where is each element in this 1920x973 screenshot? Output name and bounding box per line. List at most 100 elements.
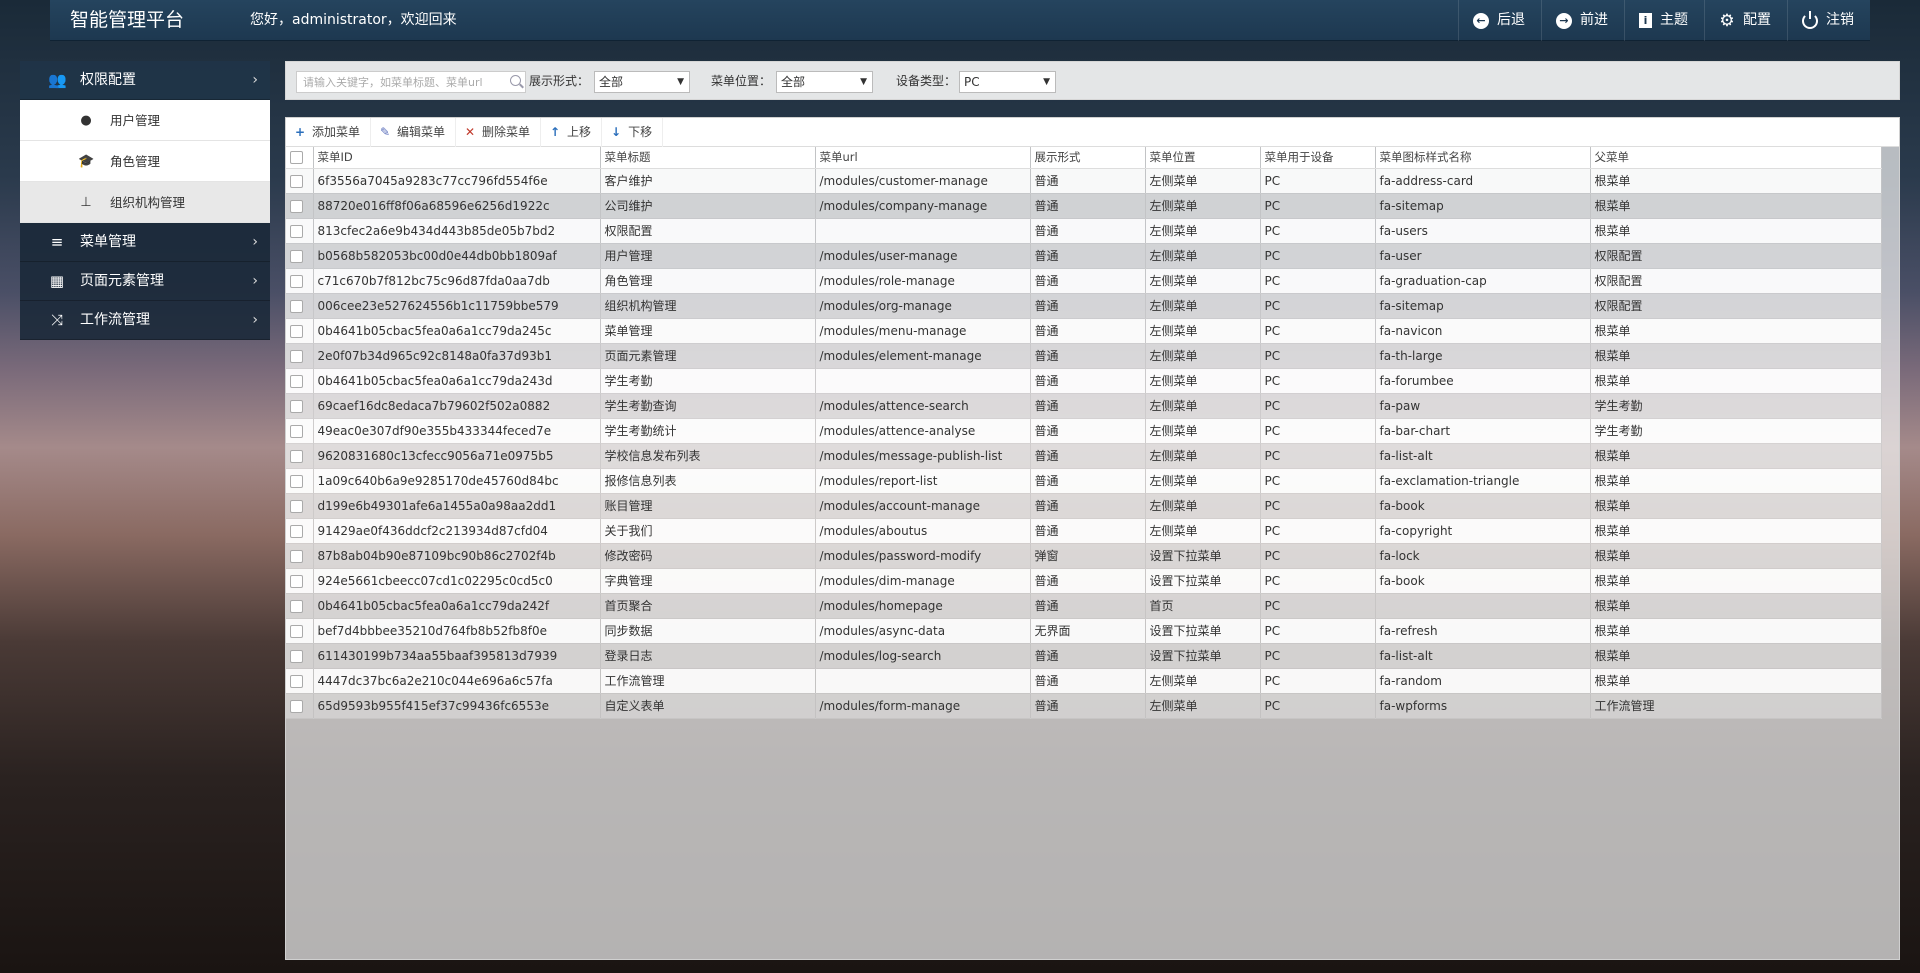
row-checkbox[interactable] <box>290 349 303 363</box>
table-row[interactable]: 91429ae0f436ddcf2c213934d87cfd04 关于我们/mod… <box>286 518 1882 544</box>
sidebar-group-menu-manage[interactable]: ≡ 菜单管理 › <box>20 223 270 262</box>
forward-button[interactable]: 前进 <box>1541 0 1624 41</box>
edit-menu-button[interactable]: ✎ 编辑菜单 <box>371 117 457 147</box>
row-select-cell[interactable] <box>286 618 314 644</box>
row-checkbox[interactable] <box>290 324 303 338</box>
column-header[interactable]: 菜单ID <box>313 147 601 169</box>
row-select-cell[interactable] <box>286 318 314 344</box>
row-select-cell[interactable] <box>286 343 314 369</box>
table-row[interactable]: 6f3556a7045a9283c77cc796fd554f6e 客户维护/mod… <box>286 168 1882 194</box>
row-checkbox[interactable] <box>290 224 303 238</box>
row-select-cell[interactable] <box>286 193 314 219</box>
table-cell: bef7d4bbbee35210d764fb8b52fb8f0e <box>313 618 601 644</box>
grid-toolbar: + 添加菜单 ✎ 编辑菜单 ✕ 删除菜单 ↑ 上移 ↓ 下移 <box>286 117 1899 147</box>
table-row[interactable]: 65d9593b955f415ef37c99436fc6553e 自定义表单/mo… <box>286 693 1882 719</box>
row-checkbox[interactable] <box>290 599 303 613</box>
row-select-cell[interactable] <box>286 543 314 569</box>
back-button[interactable]: 后退 <box>1458 0 1541 41</box>
row-select-cell[interactable] <box>286 268 314 294</box>
row-checkbox[interactable] <box>290 699 303 713</box>
row-checkbox[interactable] <box>290 374 303 388</box>
config-button[interactable]: ⚙ 配置 <box>1704 0 1787 41</box>
table-row[interactable]: 69caef16dc8edaca7b79602f502a0882 学生考勤查询/m… <box>286 393 1882 419</box>
move-up-button[interactable]: ↑ 上移 <box>541 117 603 147</box>
row-select-cell[interactable] <box>286 443 314 469</box>
table-row[interactable]: 0b4641b05cbac5fea0a6a1cc79da242f 首页聚合/mod… <box>286 593 1882 619</box>
table-row[interactable]: 49eac0e307df90e355b433344feced7e 学生考勤统计/m… <box>286 418 1882 444</box>
row-checkbox[interactable] <box>290 524 303 538</box>
sidebar-item-role-manage[interactable]: 🎓 角色管理 <box>20 141 270 182</box>
add-menu-button[interactable]: + 添加菜单 <box>286 117 372 147</box>
row-checkbox[interactable] <box>290 474 303 488</box>
row-select-cell[interactable] <box>286 693 314 719</box>
column-header[interactable]: 展示形式 <box>1030 147 1146 169</box>
table-row[interactable]: 813cfec2a6e9b434d443b85de05b7bd2 权限配置 普通 左侧… <box>286 218 1882 244</box>
search-icon[interactable] <box>510 75 521 86</box>
row-checkbox[interactable] <box>290 449 303 463</box>
column-header[interactable]: 菜单图标样式名称 <box>1375 147 1591 169</box>
row-checkbox[interactable] <box>290 624 303 638</box>
row-select-cell[interactable] <box>286 168 314 194</box>
select-all-checkbox[interactable] <box>290 151 303 165</box>
column-header[interactable]: 菜单位置 <box>1145 147 1261 169</box>
row-select-cell[interactable] <box>286 568 314 594</box>
table-row[interactable]: c71c670b7f812bc75c96d87fda0aa7db 角色管理/mod… <box>286 268 1882 294</box>
column-header[interactable]: 菜单url <box>815 147 1031 169</box>
table-row[interactable]: bef7d4bbbee35210d764fb8b52fb8f0e 同步数据/mod… <box>286 618 1882 644</box>
table-row[interactable]: 0b4641b05cbac5fea0a6a1cc79da245c 菜单管理/mod… <box>286 318 1882 344</box>
row-checkbox[interactable] <box>290 199 303 213</box>
row-select-cell[interactable] <box>286 368 314 394</box>
row-checkbox[interactable] <box>290 674 303 688</box>
move-down-button[interactable]: ↓ 下移 <box>602 117 664 147</box>
logout-button[interactable]: 注销 <box>1787 0 1870 41</box>
column-header[interactable]: 父菜单 <box>1590 147 1882 169</box>
table-row[interactable]: 2e0f07b34d965c92c8148a0fa37d93b1 页面元素管理/m… <box>286 343 1882 369</box>
row-select-cell[interactable] <box>286 243 314 269</box>
sidebar-group-workflow-manage[interactable]: ⤨ 工作流管理 › <box>20 301 270 340</box>
delete-menu-button[interactable]: ✕ 删除菜单 <box>456 117 542 147</box>
row-checkbox[interactable] <box>290 174 303 188</box>
row-checkbox[interactable] <box>290 649 303 663</box>
table-row[interactable]: d199e6b49301afe6a1455a0a98aa2dd1 账目管理/mod… <box>286 493 1882 519</box>
device-select[interactable]: PC ▼ <box>959 71 1056 93</box>
row-select-cell[interactable] <box>286 643 314 669</box>
row-select-cell[interactable] <box>286 593 314 619</box>
row-checkbox[interactable] <box>290 499 303 513</box>
row-select-cell[interactable] <box>286 393 314 419</box>
row-select-cell[interactable] <box>286 293 314 319</box>
row-checkbox[interactable] <box>290 574 303 588</box>
row-select-cell[interactable] <box>286 493 314 519</box>
display-select[interactable]: 全部 ▼ <box>594 71 690 93</box>
column-header[interactable]: 菜单用于设备 <box>1260 147 1376 169</box>
table-row[interactable]: 924e5661cbeecc07cd1c02295c0cd5c0 字典管理/mod… <box>286 568 1882 594</box>
table-row[interactable]: 4447dc37bc6a2e210c044e696a6c57fa 工作流管理 普通左… <box>286 668 1882 694</box>
column-header[interactable]: 菜单标题 <box>600 147 816 169</box>
sidebar-item-user-manage[interactable]: ● 用户管理 <box>20 100 270 141</box>
row-checkbox[interactable] <box>290 274 303 288</box>
table-row[interactable]: 87b8ab04b90e87109bc90b86c2702f4b 修改密码/mod… <box>286 543 1882 569</box>
table-row[interactable]: 1a09c640b6a9e9285170de45760d84bc 报修信息列表/m… <box>286 468 1882 494</box>
row-checkbox[interactable] <box>290 299 303 313</box>
select-all-cell[interactable] <box>286 147 314 169</box>
theme-button[interactable]: 主题 <box>1624 0 1704 41</box>
table-row[interactable]: b0568b582053bc00d0e44db0bb1809af 用户管理/mod… <box>286 243 1882 269</box>
row-select-cell[interactable] <box>286 518 314 544</box>
table-row[interactable]: 006cee23e527624556b1c11759bbe579 组织机构管理/m… <box>286 293 1882 319</box>
position-select[interactable]: 全部 ▼ <box>776 71 873 93</box>
table-row[interactable]: 88720e016ff8f06a68596e6256d1922c 公司维护/mod… <box>286 193 1882 219</box>
table-row[interactable]: 611430199b734aa55baaf395813d7939 登录日志/mod… <box>286 643 1882 669</box>
sidebar-item-org-manage[interactable]: ⊥ 组织机构管理 <box>20 182 270 223</box>
row-select-cell[interactable] <box>286 468 314 494</box>
row-select-cell[interactable] <box>286 668 314 694</box>
search-input[interactable] <box>297 72 497 92</box>
row-select-cell[interactable] <box>286 218 314 244</box>
row-checkbox[interactable] <box>290 399 303 413</box>
row-checkbox[interactable] <box>290 424 303 438</box>
table-row[interactable]: 9620831680c13cfecc9056a71e0975b5 学校信息发布列表… <box>286 443 1882 469</box>
row-checkbox[interactable] <box>290 249 303 263</box>
table-row[interactable]: 0b4641b05cbac5fea0a6a1cc79da243d 学生考勤 普通 左侧… <box>286 368 1882 394</box>
sidebar-group-element-manage[interactable]: ▦ 页面元素管理 › <box>20 262 270 301</box>
row-checkbox[interactable] <box>290 549 303 563</box>
row-select-cell[interactable] <box>286 418 314 444</box>
sidebar-group-permissions[interactable]: 👥 权限配置 › <box>20 61 270 100</box>
